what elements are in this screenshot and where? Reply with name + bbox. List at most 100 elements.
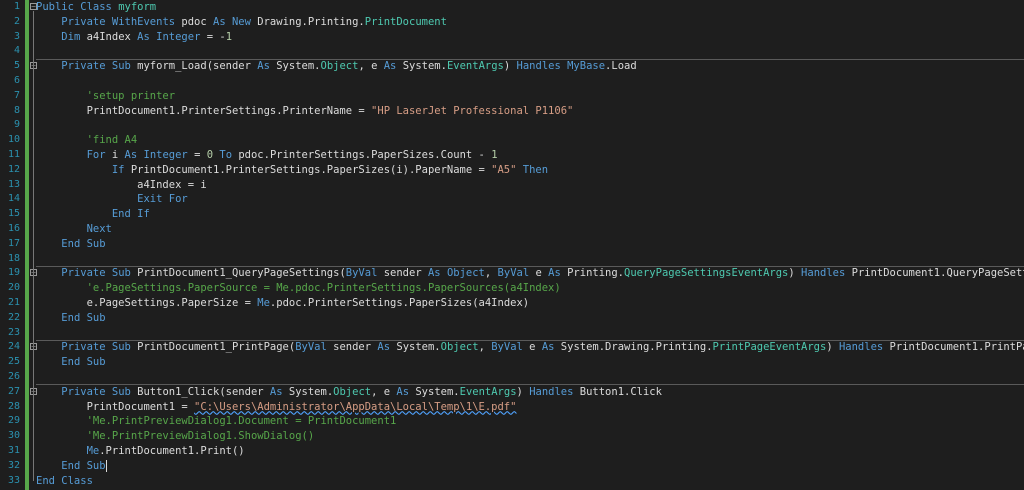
code-token: Button1_Click(sender <box>137 385 270 398</box>
code-line[interactable]: 5− Private Sub myform_Load(sender As Sys… <box>0 59 1024 74</box>
code-token: 'setup printer <box>86 89 176 102</box>
code-token: , e <box>371 385 397 398</box>
code-text[interactable]: Public Class myform <box>36 0 156 15</box>
code-text[interactable]: End Sub <box>36 237 106 252</box>
code-token: Me <box>257 297 270 309</box>
code-line[interactable]: 19− Private Sub PrintDocument1_QueryPage… <box>0 266 1024 281</box>
code-text[interactable]: End Class <box>36 474 93 489</box>
line-number: 2 <box>13 15 20 27</box>
line-number: 23 <box>7 326 20 338</box>
code-token: a4Index <box>86 30 138 43</box>
code-line[interactable]: 24− Private Sub PrintDocument1_PrintPage… <box>0 340 1024 355</box>
code-text[interactable]: Next <box>36 222 112 237</box>
code-line[interactable]: 26 <box>0 370 1024 385</box>
code-editor[interactable]: 1− Public Class myform 2 Private WithEvent… <box>0 0 1024 490</box>
code-text[interactable]: Private WithEvents pdoc As New Drawing.P… <box>36 15 447 30</box>
code-text[interactable]: 'e.PageSettings.PaperSource = Me.pdoc.Pr… <box>36 281 561 296</box>
code-text[interactable]: End Sub <box>36 355 105 370</box>
code-token: = <box>187 149 207 161</box>
code-text[interactable]: End Sub <box>36 311 105 326</box>
code-line[interactable]: 8 PrintDocument1.PrinterSettings.Printer… <box>0 104 1024 119</box>
code-line[interactable]: 30 'Me.PrintPreviewDialog1.ShowDialog() <box>0 429 1024 444</box>
code-text[interactable]: Private Sub Button1_Click(sender As Syst… <box>36 385 662 400</box>
code-text[interactable]: 'find A4 <box>36 133 138 148</box>
code-token: PrintDocument1.QueryPageSettings <box>851 267 1024 280</box>
code-line[interactable]: 23 <box>0 326 1024 341</box>
code-token: Printing. <box>567 267 625 280</box>
code-token: End Sub <box>61 237 106 250</box>
code-line[interactable]: 10 'find A4 <box>0 133 1024 148</box>
code-line[interactable]: 11 For i As Integer = 0 To pdoc.PrinterS… <box>0 148 1024 163</box>
code-token: As Integer <box>124 149 188 161</box>
code-line[interactable]: 14 Exit For <box>0 192 1024 207</box>
code-line[interactable]: 32 End Sub <box>0 459 1024 474</box>
code-token: PrintDocument1.PrinterSettings.PaperSize… <box>130 163 492 176</box>
code-text[interactable]: If PrintDocument1.PrinterSettings.PaperS… <box>36 163 548 178</box>
code-text[interactable]: Me.PrintDocument1.Print() <box>36 444 245 459</box>
code-line[interactable]: 9 <box>0 118 1024 133</box>
code-text[interactable]: PrintDocument1 = "C:\Users\Administrator… <box>36 400 517 415</box>
code-text[interactable]: Private Sub PrintDocument1_QueryPageSett… <box>36 266 1024 281</box>
code-line[interactable]: 6 <box>0 74 1024 89</box>
code-token: Object <box>320 60 359 73</box>
code-line[interactable]: 22 End Sub <box>0 311 1024 326</box>
code-line[interactable]: 27− Private Sub Button1_Click(sender As … <box>0 385 1024 400</box>
code-text[interactable]: For i As Integer = 0 To pdoc.PrinterSett… <box>36 148 498 163</box>
code-line[interactable]: 7 'setup printer <box>0 89 1024 104</box>
code-text[interactable]: e.PageSettings.PaperSize = Me.pdoc.Print… <box>36 296 530 311</box>
code-text[interactable]: End If <box>36 207 150 222</box>
code-token: End If <box>111 208 150 221</box>
code-line[interactable]: 17 End Sub <box>0 237 1024 252</box>
code-line[interactable]: 12 If PrintDocument1.PrinterSettings.Pap… <box>0 163 1024 178</box>
line-number: 11 <box>7 149 20 160</box>
code-text[interactable]: Dim a4Index As Integer = -1 <box>36 30 232 45</box>
code-token: Object <box>440 341 479 354</box>
code-line[interactable]: 3 Dim a4Index As Integer = -1 <box>0 30 1024 45</box>
code-token: pdoc <box>181 15 214 28</box>
code-line[interactable]: 2 Private WithEvents pdoc As New Drawing… <box>0 15 1024 30</box>
code-token: Private Sub <box>61 385 138 398</box>
line-number: 8 <box>13 104 20 116</box>
code-text[interactable]: PrintDocument1.PrinterSettings.PrinterNa… <box>36 104 574 119</box>
line-number: 22 <box>7 311 20 323</box>
code-token: If <box>111 163 131 176</box>
code-line[interactable]: 33 End Class <box>0 474 1024 489</box>
code-text[interactable]: Private Sub myform_Load(sender As System… <box>36 59 636 74</box>
code-line[interactable]: 4 <box>0 44 1024 59</box>
code-line[interactable]: 20 'e.PageSettings.PaperSource = Me.pdoc… <box>0 281 1024 296</box>
code-token: EventArgs <box>446 60 504 73</box>
code-token: As <box>396 385 416 398</box>
code-token: , <box>478 341 492 354</box>
line-number: 12 <box>7 163 20 175</box>
code-text[interactable]: 'Me.PrintPreviewDialog1.ShowDialog() <box>36 429 315 444</box>
code-text[interactable]: 'Me.PrintPreviewDialog1.Document = Print… <box>36 414 397 429</box>
code-line[interactable]: 16 Next <box>0 222 1024 237</box>
code-text[interactable]: a4Index = i <box>36 178 207 193</box>
code-token: a4Index = i <box>36 178 207 191</box>
code-line[interactable]: 21 e.PageSettings.PaperSize = Me.pdoc.Pr… <box>0 296 1024 311</box>
code-line[interactable]: 28 PrintDocument1 = "C:\Users\Administra… <box>0 400 1024 415</box>
code-token: PrintDocument <box>364 15 447 28</box>
line-number: 19 <box>7 267 20 279</box>
code-line[interactable]: 18 <box>0 252 1024 267</box>
code-line[interactable]: 29 'Me.PrintPreviewDialog1.Document = Pr… <box>0 414 1024 429</box>
code-line[interactable]: 25 End Sub <box>0 355 1024 370</box>
code-text[interactable]: Exit For <box>36 192 188 207</box>
code-line[interactable]: 15 End If <box>0 207 1024 222</box>
code-token: For <box>86 149 112 161</box>
line-number: 30 <box>7 430 20 442</box>
code-line[interactable]: 31 Me.PrintDocument1.Print() <box>0 444 1024 459</box>
code-line[interactable]: 1− Public Class myform <box>0 0 1024 15</box>
code-token: PrintPageEventArgs <box>712 341 827 354</box>
line-number: 13 <box>7 178 20 190</box>
code-text[interactable]: 'setup printer <box>36 89 176 104</box>
code-line[interactable]: 13 a4Index = i <box>0 178 1024 193</box>
code-token: System.Drawing.Printing. <box>560 341 713 354</box>
code-text[interactable]: Private Sub PrintDocument1_PrintPage(ByV… <box>36 340 1024 355</box>
code-text[interactable]: End Sub <box>36 459 107 474</box>
line-number: 7 <box>13 89 20 101</box>
